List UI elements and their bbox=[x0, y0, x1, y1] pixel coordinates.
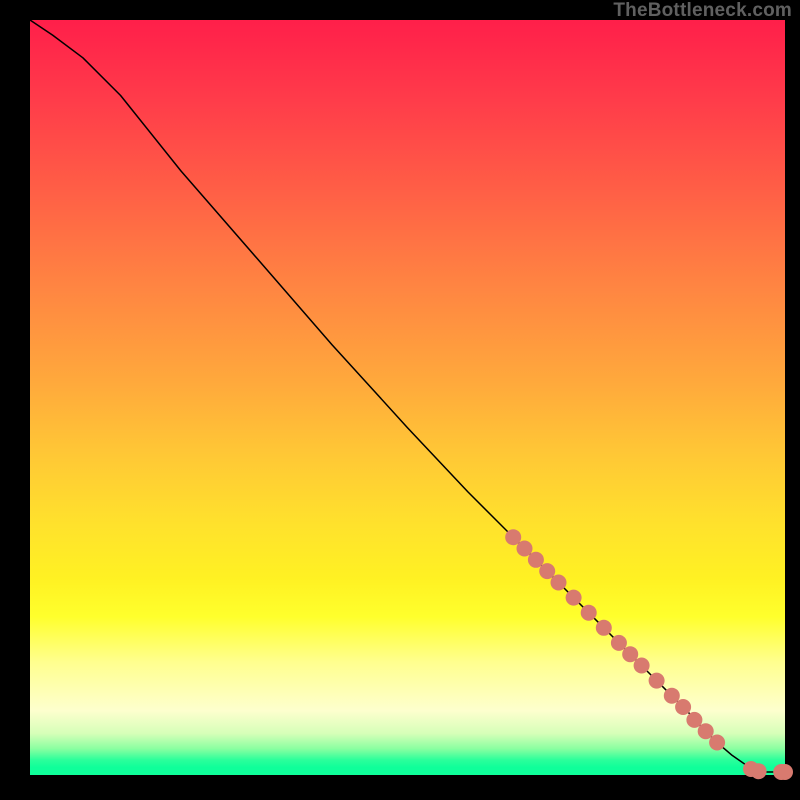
scatter-dot bbox=[566, 590, 582, 606]
scatter-dot bbox=[611, 635, 627, 651]
plot-svg bbox=[30, 20, 785, 775]
scatter-dot bbox=[551, 575, 567, 591]
curve-line bbox=[30, 20, 785, 772]
watermark-text: TheBottleneck.com bbox=[613, 0, 792, 22]
scatter-dot bbox=[709, 735, 725, 751]
scatter-dot bbox=[622, 646, 638, 662]
plot-area bbox=[30, 20, 785, 775]
scatter-dot bbox=[596, 620, 612, 636]
scatter-dot bbox=[505, 529, 521, 545]
scatter-dot bbox=[539, 563, 555, 579]
scatter-dots bbox=[505, 529, 793, 780]
scatter-dot bbox=[649, 673, 665, 689]
chart-canvas: TheBottleneck.com bbox=[0, 0, 800, 800]
scatter-dot bbox=[664, 688, 680, 704]
scatter-dot bbox=[517, 541, 533, 557]
scatter-dot bbox=[581, 605, 597, 621]
scatter-dot bbox=[751, 763, 767, 779]
scatter-dot bbox=[634, 658, 650, 674]
scatter-dot bbox=[686, 712, 702, 728]
scatter-dot bbox=[777, 764, 793, 780]
scatter-dot bbox=[675, 699, 691, 715]
scatter-dot bbox=[698, 723, 714, 739]
scatter-dot bbox=[528, 552, 544, 568]
